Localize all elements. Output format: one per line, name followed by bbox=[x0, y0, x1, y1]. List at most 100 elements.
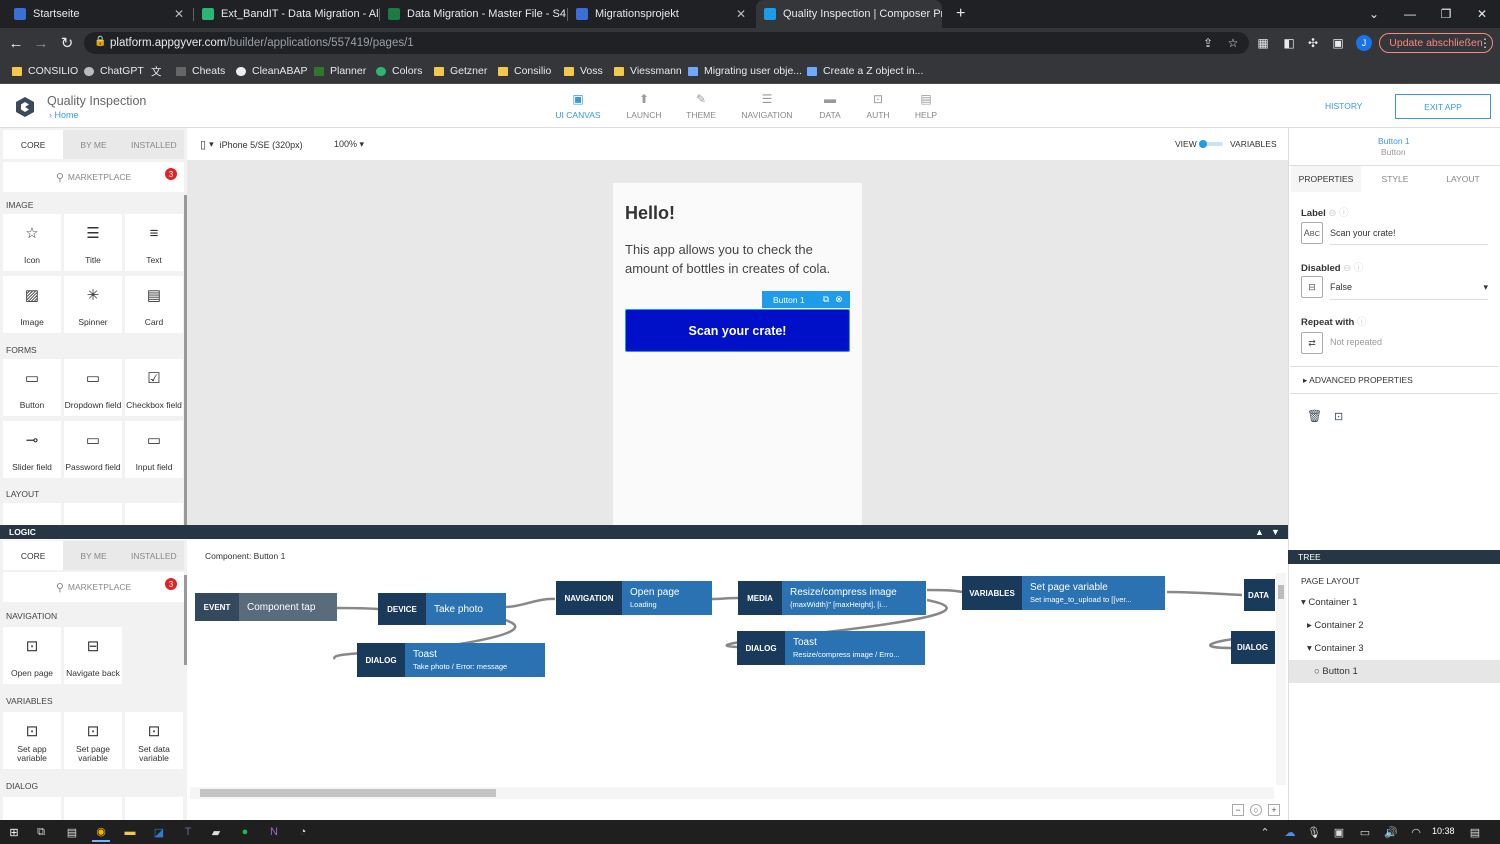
flow-navigate-back[interactable]: ⊟ Navigate back bbox=[64, 627, 122, 684]
toggle-type-icon[interactable]: ⊟ bbox=[1301, 276, 1323, 298]
component-slider-field[interactable]: ⊸ Slider field bbox=[3, 421, 61, 478]
info-icon[interactable]: ⓘ bbox=[1357, 317, 1367, 328]
view-variables-toggle[interactable] bbox=[1199, 140, 1223, 148]
tree-button-1[interactable]: ○ Button 1 bbox=[1314, 666, 1358, 677]
component-layout-1[interactable] bbox=[3, 503, 61, 525]
volume-icon[interactable]: 🔊 bbox=[1382, 822, 1400, 842]
component-spinner[interactable]: ✳ Spinner bbox=[64, 276, 122, 333]
nav-navigation[interactable]: ☰ NAVIGATION bbox=[737, 92, 797, 120]
file-explorer-icon[interactable]: ▬ bbox=[121, 822, 139, 842]
wifi-icon[interactable]: ◠ bbox=[1407, 822, 1425, 842]
disabled-select[interactable]: False ▾ bbox=[1330, 282, 1488, 300]
scan-crate-button[interactable]: Scan your crate! bbox=[625, 309, 850, 352]
device-selector[interactable]: ▯ ▾ iPhone 5/SE (320px) bbox=[200, 138, 303, 151]
appgyver-logo-icon[interactable] bbox=[14, 96, 36, 118]
extension-icon[interactable]: ◧ bbox=[1278, 28, 1300, 58]
inspect-icon[interactable]: ⊡ bbox=[1334, 410, 1343, 423]
component-title[interactable]: ☰ Title bbox=[64, 214, 122, 271]
browser-tab-startseite[interactable]: Startseite ✕ bbox=[6, 0, 192, 28]
battery-icon[interactable]: ▭ bbox=[1356, 822, 1374, 842]
close-tab-icon[interactable]: ✕ bbox=[168, 7, 184, 21]
nav-help[interactable]: ▤ HELP bbox=[896, 92, 956, 120]
flow-dialog-2[interactable] bbox=[64, 797, 122, 820]
minimize-icon[interactable]: — bbox=[1392, 0, 1428, 28]
tab-by-me[interactable]: BY ME bbox=[63, 130, 124, 159]
zoom-selector[interactable]: 100% ▾ bbox=[334, 139, 364, 150]
bookmark-chatgpt[interactable]: ChatGPT bbox=[84, 58, 144, 84]
puzzle-icon[interactable]: ✣ bbox=[1302, 28, 1324, 58]
repeat-type-icon[interactable]: ⇄ bbox=[1301, 332, 1323, 354]
bookmark-consilio[interactable]: CONSILIO bbox=[12, 58, 78, 84]
windows-start-icon[interactable]: ⊞ bbox=[5, 822, 23, 842]
app-taskbar-icon[interactable]: ▤ bbox=[63, 822, 81, 842]
flow-node-open-page[interactable]: NAVIGATION Open page Loading bbox=[556, 581, 712, 615]
forward-icon[interactable]: → bbox=[29, 28, 53, 58]
clock-time[interactable]: 10:38 bbox=[1432, 826, 1455, 836]
outlook-icon[interactable]: ◪ bbox=[150, 822, 168, 842]
flow-node-dialog-3[interactable]: DIALOG bbox=[1231, 631, 1275, 664]
flow-node-resize-image[interactable]: MEDIA Resize/compress image {maxWidth}" [… bbox=[738, 581, 926, 615]
bookmark-voss[interactable]: Voss bbox=[564, 58, 603, 84]
reload-icon[interactable]: ↻ bbox=[55, 28, 79, 58]
tray-chevron-icon[interactable]: ⌃ bbox=[1256, 822, 1274, 842]
tab-installed[interactable]: INSTALLED bbox=[123, 541, 184, 570]
microphone-icon[interactable]: 🎙 bbox=[1305, 822, 1323, 842]
collapse-down-icon[interactable]: ▼ bbox=[1271, 525, 1280, 539]
tab-style[interactable]: STYLE bbox=[1360, 166, 1430, 192]
tree-container-3[interactable]: ▾ Container 3 bbox=[1307, 643, 1364, 654]
chrome-icon[interactable]: ◉ bbox=[92, 822, 110, 842]
zoom-out-icon[interactable]: − bbox=[1232, 804, 1244, 816]
flow-node-take-photo[interactable]: DEVICE Take photo bbox=[378, 593, 506, 625]
new-tab-button[interactable]: + bbox=[948, 0, 970, 28]
menu-dots-icon[interactable]: ⋮ bbox=[1474, 28, 1496, 58]
restore-icon[interactable]: ❐ bbox=[1428, 0, 1464, 28]
tab-installed[interactable]: INSTALLED bbox=[123, 130, 184, 159]
tree-container-2[interactable]: ▸ Container 2 bbox=[1307, 620, 1364, 631]
marketplace-search[interactable]: ⚲ MARKETPLACE 3 bbox=[3, 162, 184, 192]
extension-icon[interactable]: ▦ bbox=[1252, 28, 1274, 58]
trash-icon[interactable]: 🗑 bbox=[1307, 409, 1322, 423]
info-icon[interactable]: ⓘ bbox=[1339, 208, 1349, 219]
flow-set-app-variable[interactable]: ⊡ Set app variable bbox=[3, 712, 61, 769]
tab-properties[interactable]: PROPERTIES bbox=[1291, 166, 1361, 192]
sidepanel-icon[interactable]: ▣ bbox=[1327, 28, 1349, 58]
flow-dialog-3[interactable] bbox=[125, 797, 183, 820]
flow-node-data[interactable]: DATA bbox=[1244, 579, 1275, 611]
url-field[interactable]: 🔒 platform.appgyver.com/builder/applicat… bbox=[84, 32, 1249, 54]
onedrive-icon[interactable]: ☁ bbox=[1281, 822, 1299, 842]
app-taskbar-icon[interactable]: ◔ bbox=[294, 822, 312, 842]
display-icon[interactable]: ▣ bbox=[1330, 822, 1348, 842]
tree-page-layout[interactable]: PAGE LAYOUT bbox=[1301, 576, 1360, 586]
tab-search-icon[interactable]: ⌄ bbox=[1356, 0, 1392, 28]
tree-container-1[interactable]: ▾ Container 1 bbox=[1301, 597, 1358, 608]
flow-set-page-variable[interactable]: ⊡ Set page variable bbox=[64, 712, 122, 769]
tab-core[interactable]: CORE bbox=[3, 130, 64, 159]
share-icon[interactable]: ⇪ bbox=[1197, 28, 1219, 58]
page-heading[interactable]: Hello! bbox=[625, 203, 675, 224]
browser-tab-quality-inspection[interactable]: Quality Inspection | Composer Pr ✕ bbox=[756, 0, 942, 28]
browser-tab-data-migration[interactable]: Data Migration - Master File - S4 ✕ bbox=[380, 0, 566, 28]
tab-by-me[interactable]: BY ME bbox=[63, 541, 124, 570]
info-icon[interactable]: ⓘ bbox=[1354, 263, 1364, 274]
bookmark-getzner[interactable]: Getzner bbox=[434, 58, 487, 84]
flow-node-event[interactable]: EVENT Component tap bbox=[195, 593, 337, 621]
nav-ui-canvas[interactable]: ▣ UI CANVAS bbox=[548, 92, 608, 120]
tab-layout[interactable]: LAYOUT bbox=[1428, 166, 1498, 192]
nav-theme[interactable]: ✎ THEME bbox=[671, 92, 731, 120]
breadcrumb[interactable]: › Home bbox=[49, 110, 79, 120]
bookmark-planner[interactable]: Planner bbox=[314, 58, 366, 84]
delete-circle-icon[interactable]: ⊗ bbox=[835, 294, 843, 305]
task-view-icon[interactable]: ⧉ bbox=[32, 822, 50, 842]
bind-icon[interactable]: ⊖ bbox=[1343, 263, 1351, 274]
component-text[interactable]: ≡ Text bbox=[125, 214, 183, 271]
spotify-icon[interactable]: ● bbox=[236, 822, 254, 842]
text-type-icon[interactable]: A BC bbox=[1301, 222, 1323, 244]
component-dropdown-field[interactable]: ▭ Dropdown field bbox=[64, 359, 122, 416]
component-password-field[interactable]: ▭ Password field bbox=[64, 421, 122, 478]
component-layout-2[interactable] bbox=[64, 503, 122, 525]
bookmark-cheats[interactable]: Cheats bbox=[176, 58, 225, 84]
bookmark-consilio-2[interactable]: Consilio bbox=[498, 58, 551, 84]
horizontal-scrollbar[interactable] bbox=[190, 787, 1274, 799]
profile-avatar[interactable]: J bbox=[1356, 35, 1372, 51]
bookmark-migrating-user[interactable]: Migrating user obje... bbox=[688, 58, 802, 84]
